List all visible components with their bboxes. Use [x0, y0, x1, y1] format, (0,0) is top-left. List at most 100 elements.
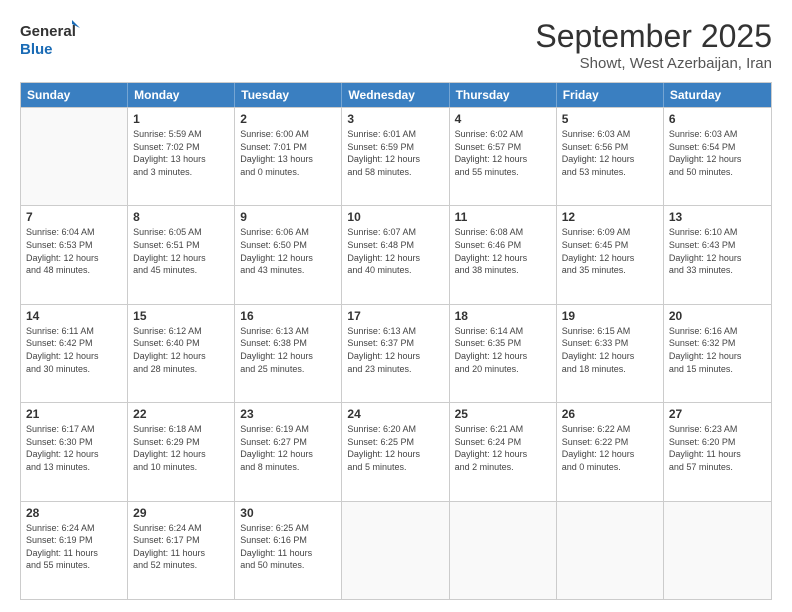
day-info: Sunrise: 6:12 AM Sunset: 6:40 PM Dayligh…: [133, 325, 229, 375]
cal-cell: 16 Sunrise: 6:13 AM Sunset: 6:38 PM Dayli…: [235, 305, 342, 402]
header-cell-friday: Friday: [557, 83, 664, 107]
cal-cell: 4Sunrise: 6:02 AM Sunset: 6:57 PM Daylig…: [450, 108, 557, 205]
header-cell-sunday: Sunday: [21, 83, 128, 107]
day-info: Sunrise: 6:11 AM Sunset: 6:42 PM Dayligh…: [26, 325, 122, 375]
day-info: Sunrise: 6:13 AM Sunset: 6:38 PM Dayligh…: [240, 325, 336, 375]
day-number: 28: [26, 506, 122, 520]
day-number: 23: [240, 407, 336, 421]
cal-cell: 14 Sunrise: 6:11 AM Sunset: 6:42 PM Dayli…: [21, 305, 128, 402]
day-number: 14: [26, 309, 122, 323]
day-info: Sunrise: 6:05 AM Sunset: 6:51 PM Dayligh…: [133, 226, 229, 276]
day-number: 11: [455, 210, 551, 224]
cal-cell: 23Sunrise: 6:19 AM Sunset: 6:27 PM Dayli…: [235, 403, 342, 500]
day-number: 24: [347, 407, 443, 421]
cal-cell: 21Sunrise: 6:17 AM Sunset: 6:30 PM Dayli…: [21, 403, 128, 500]
cal-cell: 13Sunrise: 6:10 AM Sunset: 6:43 PM Dayli…: [664, 206, 771, 303]
cal-cell: 7Sunrise: 6:04 AM Sunset: 6:53 PM Daylig…: [21, 206, 128, 303]
day-info: Sunrise: 6:14 AM Sunset: 6:35 PM Dayligh…: [455, 325, 551, 375]
day-info: Sunrise: 6:25 AM Sunset: 6:16 PM Dayligh…: [240, 522, 336, 572]
day-info: Sunrise: 6:18 AM Sunset: 6:29 PM Dayligh…: [133, 423, 229, 473]
cal-cell: 30Sunrise: 6:25 AM Sunset: 6:16 PM Dayli…: [235, 502, 342, 599]
cal-cell: 3 Sunrise: 6:01 AM Sunset: 6:59 PM Daylig…: [342, 108, 449, 205]
calendar-body: 1 Sunrise: 5:59 AM Sunset: 7:02 PM Daylig…: [21, 107, 771, 599]
cal-cell: 15 Sunrise: 6:12 AM Sunset: 6:40 PM Dayli…: [128, 305, 235, 402]
day-info: Sunrise: 6:15 AM Sunset: 6:33 PM Dayligh…: [562, 325, 658, 375]
cal-row-4: 21Sunrise: 6:17 AM Sunset: 6:30 PM Dayli…: [21, 402, 771, 500]
cal-cell: [557, 502, 664, 599]
day-info: Sunrise: 6:02 AM Sunset: 6:57 PM Dayligh…: [455, 128, 551, 178]
cal-cell: [342, 502, 449, 599]
day-number: 18: [455, 309, 551, 323]
day-info: Sunrise: 6:04 AM Sunset: 6:53 PM Dayligh…: [26, 226, 122, 276]
cal-cell: [21, 108, 128, 205]
cal-cell: 24Sunrise: 6:20 AM Sunset: 6:25 PM Dayli…: [342, 403, 449, 500]
cal-cell: 28Sunrise: 6:24 AM Sunset: 6:19 PM Dayli…: [21, 502, 128, 599]
day-info: Sunrise: 6:00 AM Sunset: 7:01 PM Dayligh…: [240, 128, 336, 178]
day-info: Sunrise: 6:03 AM Sunset: 6:54 PM Dayligh…: [669, 128, 766, 178]
day-number: 9: [240, 210, 336, 224]
day-number: 16: [240, 309, 336, 323]
cal-row-2: 7Sunrise: 6:04 AM Sunset: 6:53 PM Daylig…: [21, 205, 771, 303]
day-number: 1: [133, 112, 229, 126]
cal-cell: 11 Sunrise: 6:08 AM Sunset: 6:46 PM Dayli…: [450, 206, 557, 303]
day-number: 26: [562, 407, 658, 421]
header: General Blue September 2025 Showt, West …: [20, 18, 772, 72]
header-cell-tuesday: Tuesday: [235, 83, 342, 107]
day-number: 15: [133, 309, 229, 323]
page: General Blue September 2025 Showt, West …: [0, 0, 792, 612]
day-info: Sunrise: 6:22 AM Sunset: 6:22 PM Dayligh…: [562, 423, 658, 473]
calendar: SundayMondayTuesdayWednesdayThursdayFrid…: [20, 82, 772, 600]
day-info: Sunrise: 6:09 AM Sunset: 6:45 PM Dayligh…: [562, 226, 658, 276]
day-info: Sunrise: 6:03 AM Sunset: 6:56 PM Dayligh…: [562, 128, 658, 178]
cal-row-5: 28Sunrise: 6:24 AM Sunset: 6:19 PM Dayli…: [21, 501, 771, 599]
cal-cell: 9 Sunrise: 6:06 AM Sunset: 6:50 PM Daylig…: [235, 206, 342, 303]
day-info: Sunrise: 6:13 AM Sunset: 6:37 PM Dayligh…: [347, 325, 443, 375]
cal-cell: 2 Sunrise: 6:00 AM Sunset: 7:01 PM Daylig…: [235, 108, 342, 205]
header-cell-monday: Monday: [128, 83, 235, 107]
day-info: Sunrise: 6:17 AM Sunset: 6:30 PM Dayligh…: [26, 423, 122, 473]
cal-cell: 6 Sunrise: 6:03 AM Sunset: 6:54 PM Daylig…: [664, 108, 771, 205]
day-number: 3: [347, 112, 443, 126]
day-number: 6: [669, 112, 766, 126]
day-info: Sunrise: 6:06 AM Sunset: 6:50 PM Dayligh…: [240, 226, 336, 276]
day-info: Sunrise: 6:16 AM Sunset: 6:32 PM Dayligh…: [669, 325, 766, 375]
cal-cell: 19Sunrise: 6:15 AM Sunset: 6:33 PM Dayli…: [557, 305, 664, 402]
header-cell-wednesday: Wednesday: [342, 83, 449, 107]
svg-text:Blue: Blue: [20, 41, 53, 58]
header-cell-saturday: Saturday: [664, 83, 771, 107]
cal-cell: [664, 502, 771, 599]
header-cell-thursday: Thursday: [450, 83, 557, 107]
cal-cell: 22 Sunrise: 6:18 AM Sunset: 6:29 PM Dayli…: [128, 403, 235, 500]
day-number: 8: [133, 210, 229, 224]
svg-text:General: General: [20, 23, 76, 40]
calendar-header: SundayMondayTuesdayWednesdayThursdayFrid…: [21, 83, 771, 107]
day-info: Sunrise: 6:08 AM Sunset: 6:46 PM Dayligh…: [455, 226, 551, 276]
day-info: Sunrise: 6:24 AM Sunset: 6:17 PM Dayligh…: [133, 522, 229, 572]
cal-cell: 18 Sunrise: 6:14 AM Sunset: 6:35 PM Dayli…: [450, 305, 557, 402]
day-info: Sunrise: 6:01 AM Sunset: 6:59 PM Dayligh…: [347, 128, 443, 178]
cal-row-3: 14 Sunrise: 6:11 AM Sunset: 6:42 PM Dayli…: [21, 304, 771, 402]
logo-svg: General Blue: [20, 18, 80, 58]
day-info: Sunrise: 6:07 AM Sunset: 6:48 PM Dayligh…: [347, 226, 443, 276]
title-block: September 2025 Showt, West Azerbaijan, I…: [535, 18, 772, 72]
cal-cell: 25Sunrise: 6:21 AM Sunset: 6:24 PM Dayli…: [450, 403, 557, 500]
day-info: Sunrise: 5:59 AM Sunset: 7:02 PM Dayligh…: [133, 128, 229, 178]
cal-cell: [450, 502, 557, 599]
day-number: 20: [669, 309, 766, 323]
day-number: 12: [562, 210, 658, 224]
day-number: 22: [133, 407, 229, 421]
logo: General Blue: [20, 18, 80, 58]
cal-cell: 29Sunrise: 6:24 AM Sunset: 6:17 PM Dayli…: [128, 502, 235, 599]
day-number: 2: [240, 112, 336, 126]
month-title: September 2025: [535, 18, 772, 55]
cal-cell: 10 Sunrise: 6:07 AM Sunset: 6:48 PM Dayli…: [342, 206, 449, 303]
day-number: 17: [347, 309, 443, 323]
day-info: Sunrise: 6:21 AM Sunset: 6:24 PM Dayligh…: [455, 423, 551, 473]
day-number: 27: [669, 407, 766, 421]
day-number: 10: [347, 210, 443, 224]
cal-row-1: 1 Sunrise: 5:59 AM Sunset: 7:02 PM Daylig…: [21, 107, 771, 205]
day-number: 5: [562, 112, 658, 126]
cal-cell: 8 Sunrise: 6:05 AM Sunset: 6:51 PM Daylig…: [128, 206, 235, 303]
day-info: Sunrise: 6:23 AM Sunset: 6:20 PM Dayligh…: [669, 423, 766, 473]
cal-cell: 5 Sunrise: 6:03 AM Sunset: 6:56 PM Daylig…: [557, 108, 664, 205]
